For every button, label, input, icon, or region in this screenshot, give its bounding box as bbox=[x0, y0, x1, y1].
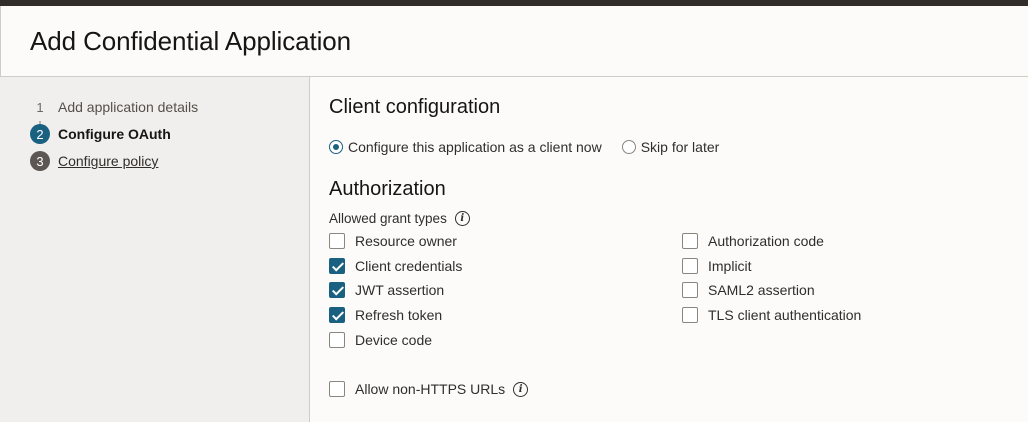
checkbox[interactable] bbox=[329, 233, 345, 249]
checkbox-label: JWT assertion bbox=[355, 282, 445, 298]
allowed-grant-types-label: Allowed grant types i bbox=[329, 211, 470, 226]
checkbox[interactable] bbox=[682, 258, 698, 274]
checkbox-label: TLS client authentication bbox=[708, 307, 862, 323]
page-title: Add Confidential Application bbox=[30, 26, 351, 56]
checkbox-label: Allow non-HTTPS URLs bbox=[355, 381, 506, 397]
skip-for-later-label[interactable]: Skip for later bbox=[641, 139, 720, 155]
step-configure-policy[interactable]: 3 Configure policy bbox=[30, 151, 158, 171]
checkbox-label: Resource owner bbox=[355, 233, 457, 249]
allow-non-https-urls[interactable]: Allow non-HTTPS URLs i bbox=[329, 380, 529, 398]
checkbox[interactable] bbox=[329, 258, 345, 274]
checkbox[interactable] bbox=[329, 332, 345, 348]
step-label-link[interactable]: Configure policy bbox=[58, 153, 158, 169]
grant-jwt-assertion[interactable]: JWT assertion bbox=[329, 281, 444, 299]
configure-now-label[interactable]: Configure this application as a client n… bbox=[348, 139, 602, 155]
step-add-application-details[interactable]: 1 Add application details bbox=[30, 97, 198, 117]
configure-now-radio[interactable] bbox=[329, 140, 343, 154]
checkbox[interactable] bbox=[329, 282, 345, 298]
step-number: 2 bbox=[30, 124, 50, 144]
checkbox[interactable] bbox=[329, 307, 345, 323]
checkbox-label: Refresh token bbox=[355, 307, 443, 323]
client-configuration-heading: Client configuration bbox=[329, 96, 501, 118]
checkbox-label: Client credentials bbox=[355, 258, 463, 274]
checkbox[interactable] bbox=[682, 307, 698, 323]
allowed-grant-types-text: Allowed grant types bbox=[329, 211, 447, 226]
grant-implicit[interactable]: Implicit bbox=[682, 257, 752, 275]
info-icon[interactable]: i bbox=[454, 211, 470, 226]
step-label: Add application details bbox=[58, 99, 199, 115]
authorization-heading: Authorization bbox=[329, 178, 446, 200]
client-configuration-radio-group: Configure this application as a client n… bbox=[329, 139, 739, 155]
main-form: Client configuration Configure this appl… bbox=[311, 77, 1028, 422]
grant-device-code[interactable]: Device code bbox=[329, 331, 432, 349]
checkbox-label: Device code bbox=[355, 332, 433, 348]
grant-saml2-assertion[interactable]: SAML2 assertion bbox=[682, 281, 815, 299]
checkbox-label: Implicit bbox=[708, 258, 752, 274]
info-icon[interactable]: i bbox=[513, 381, 529, 397]
checkbox[interactable] bbox=[329, 381, 345, 397]
step-number: 1 bbox=[36, 99, 44, 115]
step-number: 3 bbox=[30, 151, 50, 171]
checkbox[interactable] bbox=[682, 282, 698, 298]
step-configure-oauth: 2 Configure OAuth bbox=[30, 124, 171, 144]
grant-refresh-token[interactable]: Refresh token bbox=[329, 306, 442, 324]
page-header: Add Confidential Application bbox=[0, 6, 1028, 77]
grant-client-credentials[interactable]: Client credentials bbox=[329, 257, 462, 275]
checkbox[interactable] bbox=[682, 233, 698, 249]
wizard-steps-sidebar: 1 Add application details 2 Configure OA… bbox=[0, 77, 310, 422]
grant-resource-owner[interactable]: Resource owner bbox=[329, 232, 457, 250]
step-label: Configure OAuth bbox=[58, 126, 171, 142]
checkbox-label: Authorization code bbox=[708, 233, 824, 249]
skip-for-later-radio[interactable] bbox=[621, 140, 636, 154]
checkbox-label: SAML2 assertion bbox=[708, 282, 815, 298]
grant-authorization-code[interactable]: Authorization code bbox=[682, 232, 824, 250]
grant-tls-client-authentication[interactable]: TLS client authentication bbox=[682, 306, 861, 324]
